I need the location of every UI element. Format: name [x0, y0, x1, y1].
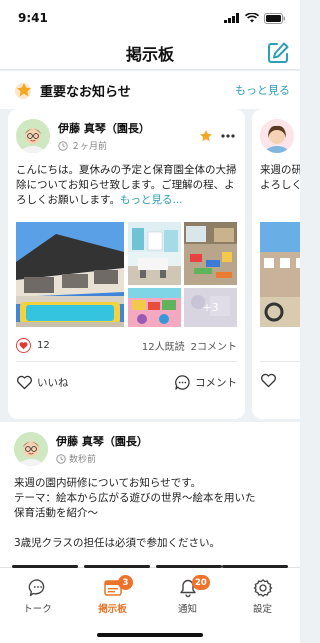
important-section-header: 重要なお知らせ もっと見る — [0, 71, 300, 109]
post-time: ２ヶ月前 — [71, 142, 108, 152]
photo-more-count: +3 — [202, 301, 219, 314]
gear-icon — [253, 579, 272, 597]
photo-playground[interactable] — [184, 222, 237, 285]
like-count: 12 — [37, 339, 50, 351]
tab-notifications[interactable]: 20 通知 — [150, 568, 225, 643]
page-title: 掲示板 — [125, 44, 174, 64]
photo-building-peek[interactable] — [260, 222, 300, 327]
tab-talk[interactable]: トーク — [0, 568, 75, 643]
tab-label: 設定 — [252, 604, 272, 615]
post-actions: いいね コメント — [16, 371, 237, 393]
battery-icon — [264, 12, 285, 24]
heart-outline-icon — [17, 375, 32, 389]
post-time: 数秒前 — [69, 455, 97, 465]
photo-toys[interactable] — [128, 288, 181, 327]
feed-post[interactable]: 伊藤 真琴（園長） 数秒前 来週の園内研修についてお知らせです。 テーマ：絵本か… — [0, 422, 300, 572]
comment-label: コメント — [195, 376, 237, 389]
board-badge: 3 — [118, 575, 133, 590]
compose-icon — [268, 42, 289, 63]
tab-label: 掲示板 — [98, 604, 127, 615]
read-count: 12人既読 — [141, 341, 185, 353]
photo-more[interactable]: +3 — [184, 288, 237, 327]
tab-board[interactable]: 3 掲示板 — [75, 568, 150, 643]
read-more-link[interactable]: もっと見る... — [120, 194, 183, 206]
comment-button[interactable]: コメント — [174, 374, 237, 391]
photo-classroom[interactable] — [128, 222, 181, 285]
more-link[interactable]: もっと見る — [235, 82, 290, 98]
status-time: 9:41 — [18, 11, 48, 25]
avatar — [260, 119, 294, 153]
reactions-row: 12 12人既読 2コメント — [16, 335, 237, 355]
home-indicator — [97, 633, 203, 637]
tab-settings[interactable]: 設定 — [225, 568, 300, 643]
post-body: こんにちは。夏休みの予定と保育園全体の大掃除についてお知らせ致します。ご理解の程… — [8, 153, 245, 208]
post-header: 伊藤 真琴（園長） 数秒前 — [0, 430, 300, 466]
tab-label: 通知 — [177, 604, 197, 615]
post-line: テーマ：絵本から広がる遊びの世界〜絵本を用いた — [14, 492, 256, 504]
post-line: 3歳児クラスの担任は必須で参加ください。 — [14, 537, 220, 549]
important-post-card[interactable]: 伊藤 真琴（園長） ２ヶ月前 こんにちは。夏休みの予定と保育園全体の大掃除につい… — [8, 109, 245, 419]
wifi-icon — [245, 13, 259, 23]
nav-bar: 掲示板 — [0, 36, 300, 70]
avatar — [14, 432, 48, 466]
divider — [16, 361, 237, 362]
important-carousel[interactable]: 伊藤 真琴（園長） ２ヶ月前 こんにちは。夏休みの予定と保育園全体の大掃除につい… — [0, 109, 300, 422]
post-line: 保育活動を紹介〜 — [14, 507, 98, 519]
chat-icon — [28, 579, 44, 597]
author-name: 伊藤 真琴（園長） — [58, 122, 150, 135]
post-line: 来週の園内研修についてお知らせです。 — [14, 477, 202, 489]
photo-building[interactable] — [16, 222, 124, 327]
compose-button[interactable] — [264, 39, 292, 67]
notification-badge: 20 — [192, 575, 210, 590]
section-title: 重要なお知らせ — [40, 84, 131, 100]
like-button[interactable]: いいね — [16, 375, 69, 390]
clock-icon — [58, 140, 68, 151]
status-icons — [224, 12, 286, 24]
more-options-icon[interactable] — [221, 134, 235, 138]
post-body: 来週の園内研修についてお知らせです。 テーマ：絵本から広がる遊びの世界〜絵本を用… — [0, 466, 300, 551]
tab-bar: トーク 3 掲示板 20 通知 設定 — [0, 565, 300, 643]
photo-grid[interactable]: +3 — [16, 222, 237, 327]
author-name: 伊藤 真琴（園長） — [56, 435, 148, 448]
avatar — [16, 119, 50, 153]
status-bar: 9:41 — [0, 0, 300, 36]
tab-label: トーク — [23, 604, 52, 615]
divider — [260, 361, 300, 362]
star-icon[interactable] — [199, 129, 213, 143]
star-badge-icon — [15, 83, 31, 99]
comment-count: 2コメント — [190, 341, 237, 353]
clock-icon — [56, 453, 66, 464]
peek-text: 来週の研 よろしく — [260, 164, 300, 191]
comment-icon — [175, 374, 190, 390]
heart-icon — [16, 337, 31, 353]
heart-outline-icon[interactable] — [260, 373, 277, 388]
post-header: 伊藤 真琴（園長） ２ヶ月前 — [8, 109, 245, 153]
like-label: いいね — [37, 376, 69, 389]
important-post-card-next[interactable]: 来週の研 よろしく — [252, 109, 300, 419]
signal-icon — [224, 13, 239, 23]
post-line — [14, 521, 286, 536]
